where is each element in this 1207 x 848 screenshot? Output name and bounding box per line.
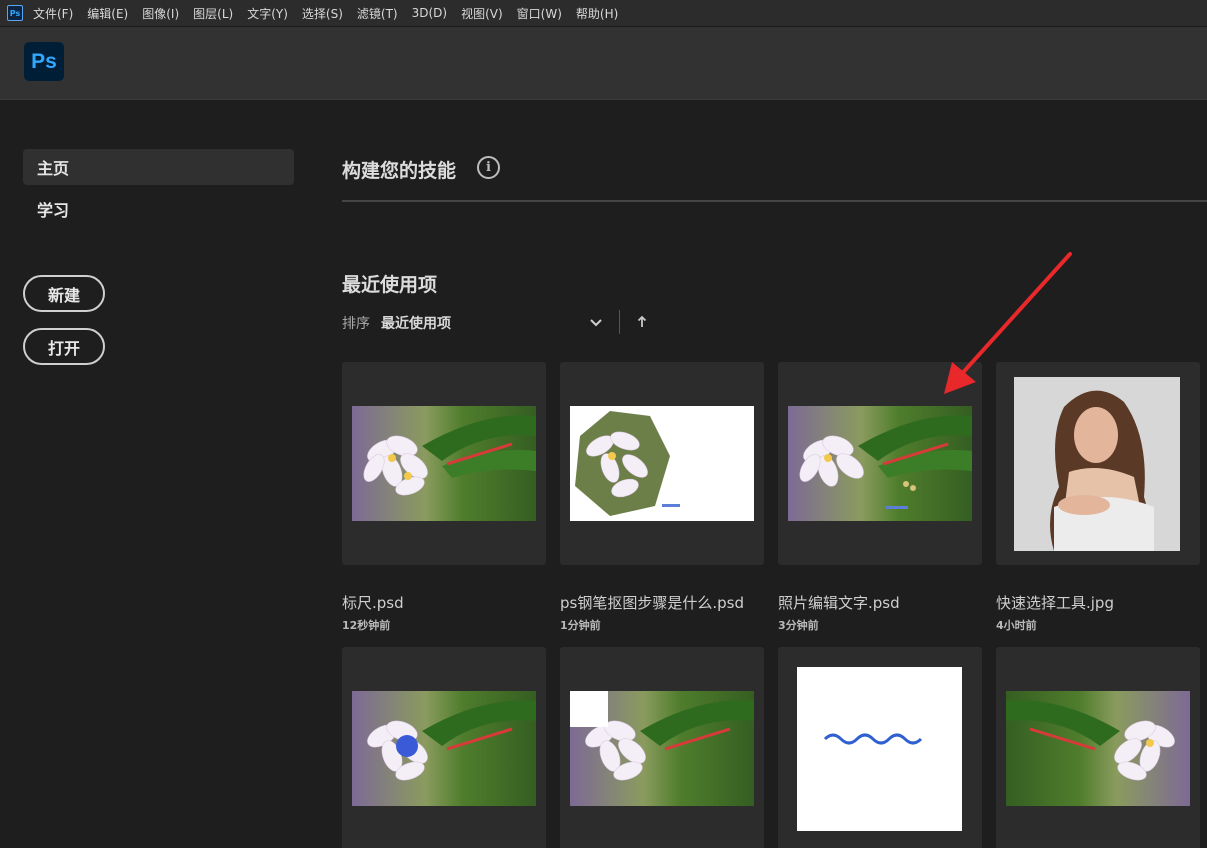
menu-filter[interactable]: 滤镜(T) bbox=[357, 5, 398, 22]
sort-label: 排序 bbox=[342, 316, 370, 332]
menu-file[interactable]: 文件(F) bbox=[33, 5, 73, 22]
file-thumbnail bbox=[352, 691, 536, 806]
file-thumbnail bbox=[352, 406, 536, 521]
menu-help[interactable]: 帮助(H) bbox=[576, 5, 618, 22]
file-thumbnail bbox=[570, 406, 754, 521]
recent-file-card[interactable] bbox=[560, 362, 764, 565]
sort-separator bbox=[619, 310, 620, 334]
sort-control[interactable]: 排序 最近使用项 bbox=[342, 312, 451, 334]
photoshop-logo: Ps bbox=[24, 42, 64, 81]
flower-cutout-image bbox=[570, 406, 754, 521]
sort-direction-arrow-icon[interactable] bbox=[636, 315, 648, 329]
wave-image bbox=[797, 667, 962, 831]
file-thumbnail bbox=[1006, 691, 1190, 806]
menu-bar: Ps 文件(F) 编辑(E) 图像(I) 图层(L) 文字(Y) 选择(S) 滤… bbox=[0, 0, 1207, 27]
info-icon[interactable]: i bbox=[477, 156, 500, 179]
annotation-arrow-icon bbox=[944, 252, 1072, 394]
recent-file-card[interactable] bbox=[778, 647, 982, 848]
file-name[interactable]: 照片编辑文字.psd bbox=[778, 592, 900, 613]
menu-view[interactable]: 视图(V) bbox=[461, 5, 503, 22]
menu-window[interactable]: 窗口(W) bbox=[517, 5, 562, 22]
sidebar-item-home[interactable]: 主页 bbox=[23, 149, 294, 185]
flower-image bbox=[352, 406, 536, 521]
flower-square-image bbox=[570, 691, 754, 806]
recent-title: 最近使用项 bbox=[342, 274, 438, 296]
recent-file-card[interactable] bbox=[996, 647, 1200, 848]
recent-file-card[interactable] bbox=[342, 647, 546, 848]
sidebar-item-learn[interactable]: 学习 bbox=[23, 191, 294, 227]
photoshop-app-icon[interactable]: Ps bbox=[7, 5, 23, 21]
file-time: 3分钟前 bbox=[778, 619, 819, 632]
menu-type[interactable]: 文字(Y) bbox=[247, 5, 288, 22]
file-time: 1分钟前 bbox=[560, 619, 601, 632]
flower-text-image bbox=[788, 406, 972, 521]
menu-image[interactable]: 图像(I) bbox=[142, 5, 179, 22]
menu-layer[interactable]: 图层(L) bbox=[193, 5, 233, 22]
skills-title: 构建您的技能 bbox=[342, 160, 457, 182]
flower-flipped-image bbox=[1006, 691, 1190, 806]
sidebar: 主页 学习 新建 打开 bbox=[0, 100, 320, 848]
menu-select[interactable]: 选择(S) bbox=[302, 5, 343, 22]
recent-file-card[interactable] bbox=[560, 647, 764, 848]
chevron-down-icon[interactable] bbox=[588, 314, 604, 330]
file-thumbnail bbox=[788, 406, 972, 521]
file-name[interactable]: ps钢笔抠图步骤是什么.psd bbox=[560, 592, 744, 613]
file-time: 12秒钟前 bbox=[342, 619, 391, 632]
sort-select[interactable]: 最近使用项 bbox=[381, 313, 451, 333]
file-name[interactable]: 快速选择工具.jpg bbox=[996, 592, 1114, 613]
flower-dot-image bbox=[352, 691, 536, 806]
menu-edit[interactable]: 编辑(E) bbox=[87, 5, 128, 22]
home-header: Ps bbox=[0, 27, 1207, 100]
open-button[interactable]: 打开 bbox=[23, 328, 105, 365]
file-name[interactable]: 标尺.psd bbox=[342, 592, 404, 613]
new-button[interactable]: 新建 bbox=[23, 275, 105, 312]
file-thumbnail bbox=[570, 691, 754, 806]
file-time: 4小时前 bbox=[996, 619, 1037, 632]
file-thumbnail bbox=[797, 667, 962, 831]
recent-file-card[interactable] bbox=[342, 362, 546, 565]
menu-3d[interactable]: 3D(D) bbox=[412, 6, 447, 20]
section-divider bbox=[342, 200, 1207, 202]
